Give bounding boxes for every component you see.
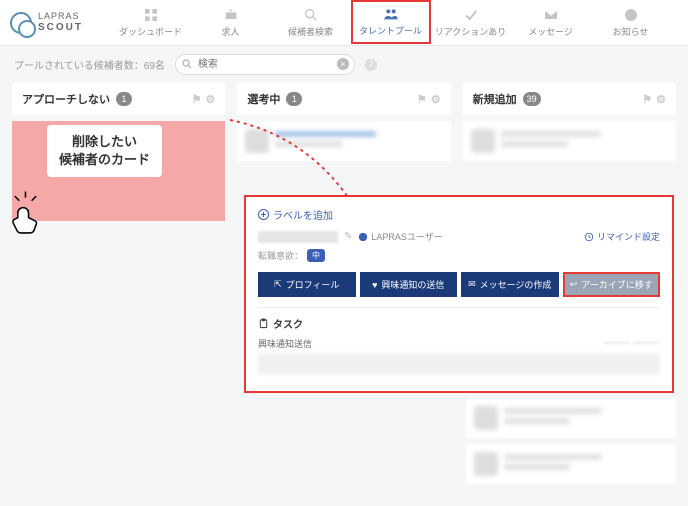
- nav-dashboard[interactable]: ダッシュボード: [111, 0, 191, 46]
- sub-bar: プールされている候補者数：69名 × ?: [0, 46, 688, 83]
- tasks-section: タスク 興味通知送信 ——— ———: [258, 307, 660, 374]
- count-badge: 1: [286, 92, 302, 106]
- annotation-callout: 削除したい候補者のカード: [47, 125, 162, 177]
- column-no-approach: アプローチしない1 ⚑⚙ 削除したい候補者のカード: [12, 83, 225, 227]
- tasks-heading: タスク: [258, 316, 660, 331]
- candidate-card[interactable]: [463, 121, 676, 161]
- nav-jobs[interactable]: 求人: [191, 0, 271, 46]
- logo: LAPRASSCOUT: [10, 12, 83, 34]
- external-icon: ⇱: [274, 279, 282, 290]
- search-wrap: ×: [175, 54, 355, 75]
- candidate-detail-popup: ラベルを追加 ✎ LAPRASユーザー リマインド設定 転職意欲：中 ⇱プロフィ…: [244, 195, 674, 393]
- info-icon: [623, 7, 639, 23]
- gear-icon: ⚙: [431, 93, 441, 106]
- users-icon: [383, 6, 399, 22]
- app-header: LAPRASSCOUT ダッシュボード 求人 候補者検索 タレントプール リアク…: [0, 0, 688, 46]
- profile-button[interactable]: ⇱プロフィール: [258, 272, 356, 297]
- logo-text: LAPRASSCOUT: [38, 12, 83, 33]
- column-actions[interactable]: ⚑⚙: [192, 93, 216, 106]
- task-row[interactable]: 興味通知送信 ——— ———: [258, 337, 660, 350]
- flag-icon: ⚑: [642, 93, 652, 106]
- interest-button[interactable]: ♥興味通知の送信: [360, 272, 458, 297]
- column-actions[interactable]: ⚑⚙: [642, 93, 666, 106]
- column-new-overflow: [466, 398, 676, 490]
- archive-button[interactable]: ↩アーカイブに移す: [563, 272, 661, 297]
- candidate-card[interactable]: [466, 444, 676, 484]
- search-icon: [181, 58, 193, 70]
- search-icon: [303, 7, 319, 23]
- check-icon: [463, 7, 479, 23]
- top-nav: ダッシュボード 求人 候補者検索 タレントプール リアクションあり メッセージ …: [103, 0, 678, 46]
- plus-circle-icon: [258, 209, 269, 220]
- gear-icon: ⚙: [656, 93, 666, 106]
- candidate-meta: ✎ LAPRASユーザー リマインド設定: [258, 230, 660, 243]
- avatar: [245, 129, 269, 153]
- heart-icon: ♥: [372, 280, 377, 290]
- task-meta-blurred: ——— ———: [603, 337, 660, 350]
- help-icon[interactable]: ?: [365, 59, 377, 71]
- chat-icon: ✉: [468, 279, 476, 290]
- reminder-button[interactable]: リマインド設定: [584, 230, 660, 243]
- lapras-user-tag: LAPRASユーザー: [358, 230, 442, 243]
- column-header: 選考中1 ⚑⚙: [237, 83, 450, 115]
- column-header: 新規追加39 ⚑⚙: [463, 83, 676, 115]
- edit-icon[interactable]: ✎: [344, 231, 352, 242]
- grid-icon: [143, 7, 159, 23]
- search-input[interactable]: [175, 54, 355, 75]
- nav-notice[interactable]: お知らせ: [591, 0, 671, 46]
- nav-reaction[interactable]: リアクションあり: [431, 0, 511, 46]
- candidate-card[interactable]: [466, 398, 676, 438]
- archive-icon: ↩: [570, 279, 578, 290]
- flag-icon: ⚑: [192, 93, 202, 106]
- flag-icon: ⚑: [417, 93, 427, 106]
- action-buttons: ⇱プロフィール ♥興味通知の送信 ✉メッセージの作成 ↩アーカイブに移す: [258, 272, 660, 297]
- task-content-blurred: [258, 354, 660, 374]
- candidate-card-highlighted[interactable]: 削除したい候補者のカード: [12, 121, 225, 221]
- column-actions[interactable]: ⚑⚙: [417, 93, 441, 106]
- clipboard-icon: [258, 318, 269, 329]
- pool-count: プールされている候補者数：69名: [14, 57, 165, 72]
- count-badge: 1: [116, 92, 132, 106]
- nav-talent-pool[interactable]: タレントプール: [351, 0, 431, 44]
- logo-mark-icon: [10, 12, 32, 34]
- add-label-button[interactable]: ラベルを追加: [258, 207, 660, 222]
- clear-icon[interactable]: ×: [337, 58, 349, 70]
- user-circle-icon: [358, 232, 368, 242]
- envelope-icon: [543, 7, 559, 23]
- message-button[interactable]: ✉メッセージの作成: [461, 272, 559, 297]
- candidate-card[interactable]: [237, 121, 450, 161]
- intent-row: 転職意欲：中: [258, 249, 660, 262]
- nav-message[interactable]: メッセージ: [511, 0, 591, 46]
- clock-icon: [584, 232, 594, 242]
- count-badge: 39: [523, 92, 541, 106]
- candidate-name-blurred: [258, 231, 338, 243]
- nav-search[interactable]: 候補者検索: [271, 0, 351, 46]
- briefcase-icon: [223, 7, 239, 23]
- pointer-cursor-icon: [4, 190, 50, 239]
- column-header: アプローチしない1 ⚑⚙: [12, 83, 225, 115]
- gear-icon: ⚙: [205, 93, 215, 106]
- intent-chip: 中: [307, 249, 325, 262]
